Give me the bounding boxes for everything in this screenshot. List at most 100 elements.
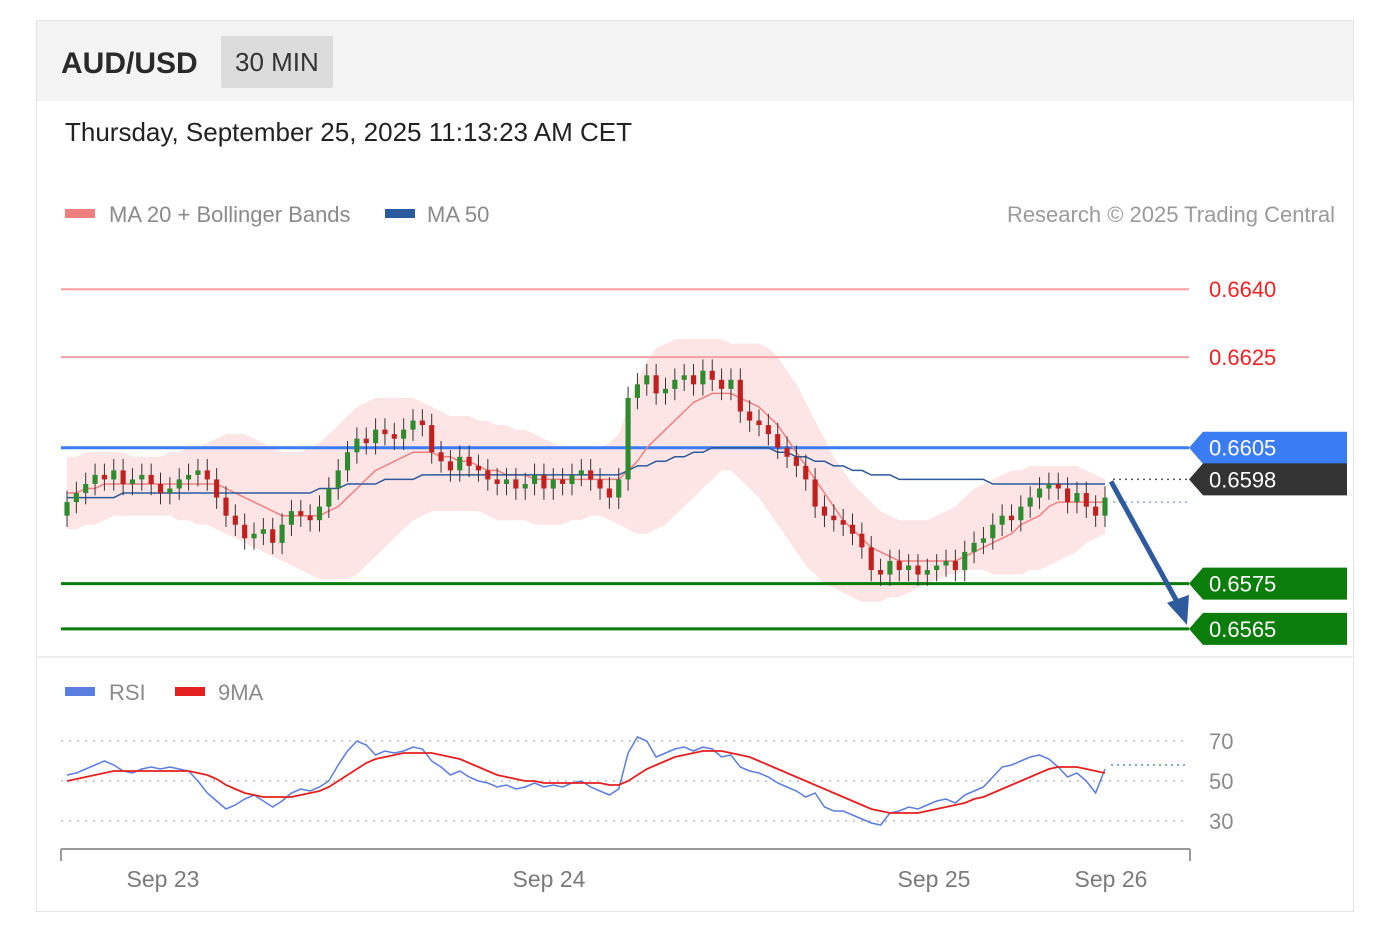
candle: [962, 551, 968, 571]
candle: [653, 375, 659, 394]
candle: [1046, 483, 1052, 489]
bollinger-band: [67, 339, 1105, 602]
ma20-legend-swatch: [65, 209, 95, 218]
candle: [401, 429, 407, 439]
candle: [541, 474, 547, 489]
candle: [391, 434, 397, 439]
rsi-ma-line: [66, 750, 1106, 814]
candle: [1055, 483, 1061, 489]
candle: [709, 370, 715, 380]
candle: [429, 425, 435, 453]
rsi-tick-label: 70: [1209, 729, 1233, 754]
candle: [597, 479, 603, 489]
candle: [672, 379, 678, 389]
candle: [616, 479, 622, 498]
candle: [728, 379, 734, 389]
forecast-arrow-shaft: [1108, 480, 1184, 611]
candle: [952, 560, 958, 571]
candle: [690, 375, 697, 385]
price-tag-label: 0.6598: [1209, 467, 1276, 492]
candle: [363, 438, 369, 444]
candle: [999, 515, 1005, 525]
candle: [1093, 506, 1099, 516]
candle: [859, 533, 865, 548]
price-chart: 0.6640 0.6625 0.6605 0.6598 0.6575 0.6565: [61, 277, 1347, 645]
candle: [64, 502, 70, 516]
candle: [868, 547, 874, 571]
candle: [1018, 506, 1024, 521]
date-tick-label: Sep 23: [127, 866, 200, 892]
rsi-legend-swatch: [65, 687, 95, 696]
candle: [606, 488, 612, 498]
candle: [821, 506, 828, 516]
candle: [513, 479, 519, 489]
candle: [410, 420, 416, 430]
candle: [896, 560, 902, 571]
resistance-label: 0.6640: [1209, 277, 1276, 302]
candle: [803, 465, 809, 480]
candle: [157, 483, 164, 494]
candle: [176, 479, 182, 489]
date-tick-label: Sep 25: [898, 866, 971, 892]
candle: [924, 570, 930, 575]
candle: [887, 560, 893, 575]
candle: [812, 479, 818, 507]
candle: [1083, 493, 1089, 507]
price-tag-label: 0.6565: [1209, 617, 1276, 642]
candle: [279, 524, 285, 543]
candle: [83, 483, 89, 494]
ma50-legend-swatch: [385, 209, 415, 218]
candle: [447, 461, 453, 471]
candle: [644, 375, 650, 385]
candle: [270, 529, 276, 543]
ma50-legend-label: MA 50: [427, 202, 489, 227]
research-credit: Research © 2025 Trading Central: [1007, 202, 1335, 227]
candle: [326, 488, 332, 507]
candle: [475, 465, 482, 471]
candle: [73, 493, 79, 503]
candle: [990, 524, 996, 539]
candle: [793, 456, 799, 466]
candle: [980, 538, 987, 543]
candle: [167, 488, 173, 494]
candle: [943, 560, 949, 566]
price-tag-label: 0.6605: [1209, 436, 1276, 461]
candle: [747, 411, 753, 421]
time-axis: Sep 23 Sep 24 Sep 25 Sep 26: [60, 848, 1191, 892]
candle: [251, 533, 257, 539]
candle: [569, 474, 575, 484]
candle: [298, 511, 304, 516]
rsi-ma-legend-label: 9MA: [218, 680, 264, 705]
candle: [588, 470, 594, 480]
rsi-chart: 70 50 30: [61, 729, 1233, 834]
candle: [457, 456, 463, 471]
date-tick-label: Sep 24: [513, 866, 586, 892]
candle: [700, 370, 706, 385]
candle: [92, 474, 98, 484]
candle: [831, 515, 837, 521]
candle: [578, 470, 584, 475]
candle: [784, 447, 790, 457]
candle: [662, 388, 669, 394]
price-tag-label: 0.6575: [1209, 572, 1276, 597]
candle: [531, 474, 538, 484]
candle: [354, 438, 360, 453]
candle: [934, 565, 940, 571]
candle: [719, 379, 725, 389]
candle: [906, 565, 912, 571]
candle: [765, 425, 771, 435]
candle: [1065, 488, 1071, 503]
chart-card: AUD/USD 30 MIN Thursday, September 25, 2…: [36, 20, 1355, 912]
candle: [260, 529, 266, 534]
candle: [737, 379, 743, 412]
candle: [120, 470, 126, 484]
candle: [849, 524, 856, 534]
rsi-legend-label: RSI: [109, 680, 146, 705]
candle: [129, 479, 136, 484]
candle: [560, 479, 566, 484]
rsi-tick-label: 30: [1209, 809, 1233, 834]
candle: [775, 434, 781, 448]
candle: [915, 565, 921, 575]
candle: [756, 420, 762, 426]
candle: [307, 515, 313, 521]
